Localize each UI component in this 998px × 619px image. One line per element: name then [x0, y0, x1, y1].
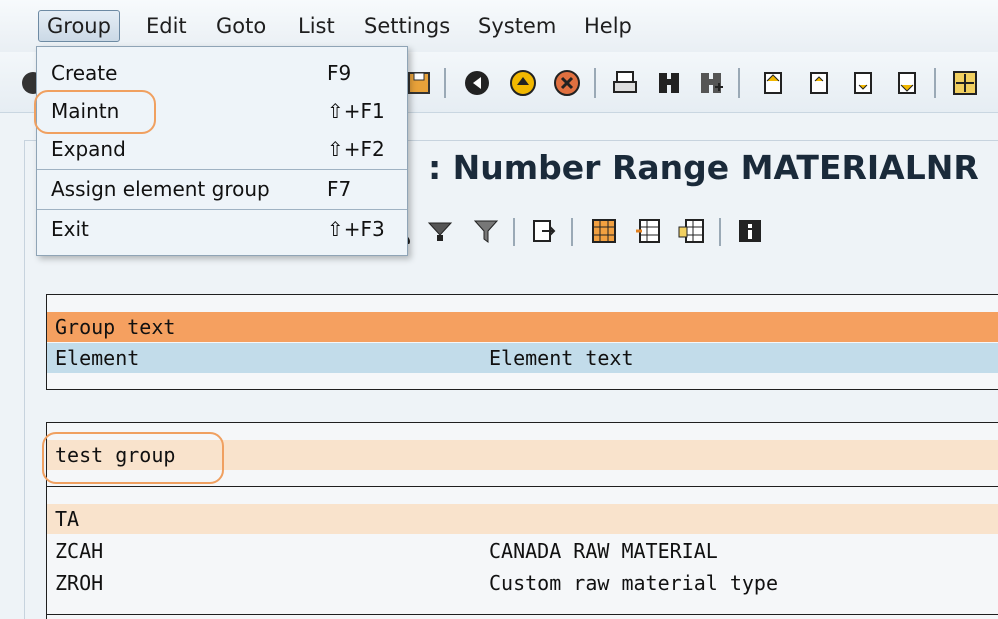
- subgroup-row[interactable]: TA: [47, 504, 998, 534]
- application-toolbar: [395, 210, 775, 250]
- menu-list[interactable]: List: [290, 10, 343, 42]
- toolbar-separator: [571, 218, 573, 246]
- annotation-highlight: [34, 90, 156, 134]
- page-title: : Number Range MATERIALNR: [428, 148, 979, 187]
- group-text-header: Group text: [47, 312, 998, 342]
- element-code[interactable]: ZROH: [55, 568, 103, 598]
- cancel-icon[interactable]: [552, 68, 582, 98]
- menu-separator: [37, 209, 407, 210]
- table-row[interactable]: ZROH Custom raw material type: [47, 568, 998, 598]
- info-icon[interactable]: [735, 216, 765, 246]
- first-page-icon[interactable]: [758, 68, 788, 98]
- menu-settings[interactable]: Settings: [356, 10, 458, 42]
- delete-column-icon[interactable]: [677, 216, 707, 246]
- menu-item-shortcut: ⇧+F1: [327, 99, 385, 123]
- export-icon[interactable]: [529, 216, 559, 246]
- menu-item-label: Create: [51, 61, 118, 85]
- menu-group[interactable]: Group: [38, 10, 120, 42]
- menu-goto[interactable]: Goto: [208, 10, 274, 42]
- menu-item-shortcut: ⇧+F3: [327, 217, 385, 241]
- column-header-box: Group text Element Element text: [46, 294, 998, 390]
- toolbar-separator: [719, 218, 721, 246]
- menu-item-label: Expand: [51, 137, 126, 161]
- menu-item-shortcut: ⇧+F2: [327, 137, 385, 161]
- find-icon[interactable]: [654, 68, 684, 98]
- find-next-icon[interactable]: [696, 68, 726, 98]
- menu-item-expand[interactable]: Expand ⇧+F2: [37, 131, 407, 167]
- toolbar-separator: [594, 68, 596, 98]
- insert-column-icon[interactable]: [633, 216, 663, 246]
- element-text: Custom raw material type: [489, 571, 778, 595]
- toolbar-separator: [738, 68, 740, 98]
- annotation-highlight: [42, 432, 224, 484]
- next-page-icon[interactable]: [848, 68, 878, 98]
- sort-icon[interactable]: [425, 216, 455, 246]
- save-icon[interactable]: [404, 68, 434, 98]
- column-header-row: Element Element text: [47, 343, 998, 373]
- group-menu-dropdown: Create F9 Maintn ⇧+F1 Expand ⇧+F2 Assign…: [36, 46, 408, 256]
- menu-bar: Group Edit Goto List Settings System Hel…: [0, 0, 998, 52]
- menu-edit[interactable]: Edit: [138, 10, 195, 42]
- menu-item-label: Exit: [51, 217, 89, 241]
- menu-item-exit[interactable]: Exit ⇧+F3: [37, 211, 407, 247]
- column-header-element: Element: [55, 346, 140, 370]
- element-text: CANADA RAW MATERIAL: [489, 539, 718, 563]
- layout-icon[interactable]: [950, 68, 980, 98]
- last-page-icon[interactable]: [892, 68, 922, 98]
- element-code[interactable]: ZCAH: [55, 536, 103, 566]
- previous-page-icon[interactable]: [804, 68, 834, 98]
- toolbar-separator: [513, 218, 515, 246]
- menu-item-label: Assign element group: [51, 177, 270, 201]
- menu-item-shortcut: F9: [327, 61, 352, 85]
- menu-item-assign-element-group[interactable]: Assign element group F7: [37, 171, 407, 207]
- toolbar-separator: [444, 68, 446, 98]
- exit-icon[interactable]: [508, 68, 538, 98]
- group-text-label: Group text: [55, 315, 176, 339]
- menu-item-shortcut: F7: [327, 177, 352, 201]
- back-icon[interactable]: [462, 68, 492, 98]
- grid-icon[interactable]: [589, 216, 619, 246]
- divider: [47, 486, 998, 487]
- table-row[interactable]: ZCAH CANADA RAW MATERIAL: [47, 536, 998, 566]
- menu-separator: [37, 169, 407, 170]
- toolbar-separator: [934, 68, 936, 98]
- filter-icon[interactable]: [471, 216, 501, 246]
- menu-help[interactable]: Help: [576, 10, 640, 42]
- column-header-element-text: Element text: [489, 346, 634, 370]
- menu-system[interactable]: System: [470, 10, 564, 42]
- print-icon[interactable]: [610, 68, 640, 98]
- subgroup-name[interactable]: TA: [55, 504, 79, 534]
- divider: [47, 614, 998, 615]
- menu-item-create[interactable]: Create F9: [37, 55, 407, 91]
